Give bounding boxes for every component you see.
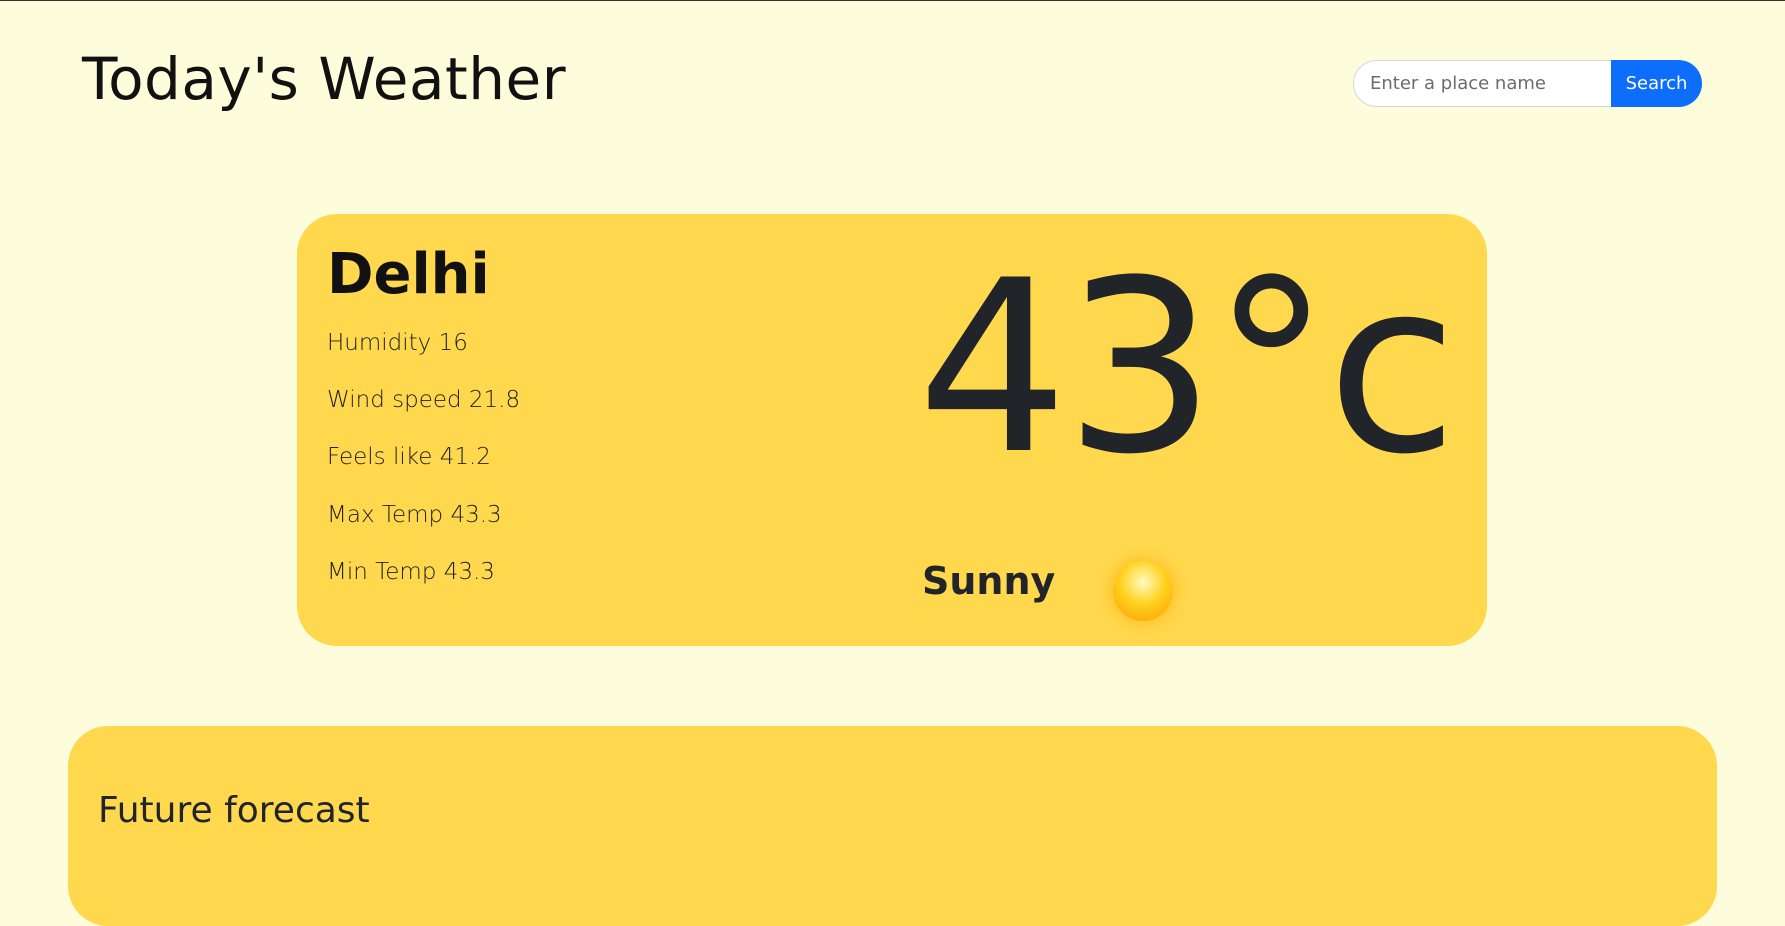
min-temp-text: Min Temp 43.3 [327,559,495,585]
forecast-title: Future forecast [98,790,370,831]
max-temp-text: Max Temp 43.3 [327,502,502,528]
search-form: Search [1353,60,1702,107]
page-title: Today's Weather [82,45,567,113]
search-button[interactable]: Search [1611,60,1702,107]
city-name: Delhi [327,242,490,307]
future-forecast-card: Future forecast [68,726,1717,926]
search-input[interactable] [1353,60,1611,107]
feels-like-text: Feels like 41.2 [327,444,491,470]
current-temperature: 43°c [917,230,1458,507]
current-weather-card: Delhi Humidity 16 Wind speed 21.8 Feels … [297,214,1487,646]
wind-speed-text: Wind speed 21.8 [327,387,521,413]
weather-condition: Sunny [922,559,1056,603]
sun-icon [1113,561,1173,621]
humidity-text: Humidity 16 [327,330,468,356]
